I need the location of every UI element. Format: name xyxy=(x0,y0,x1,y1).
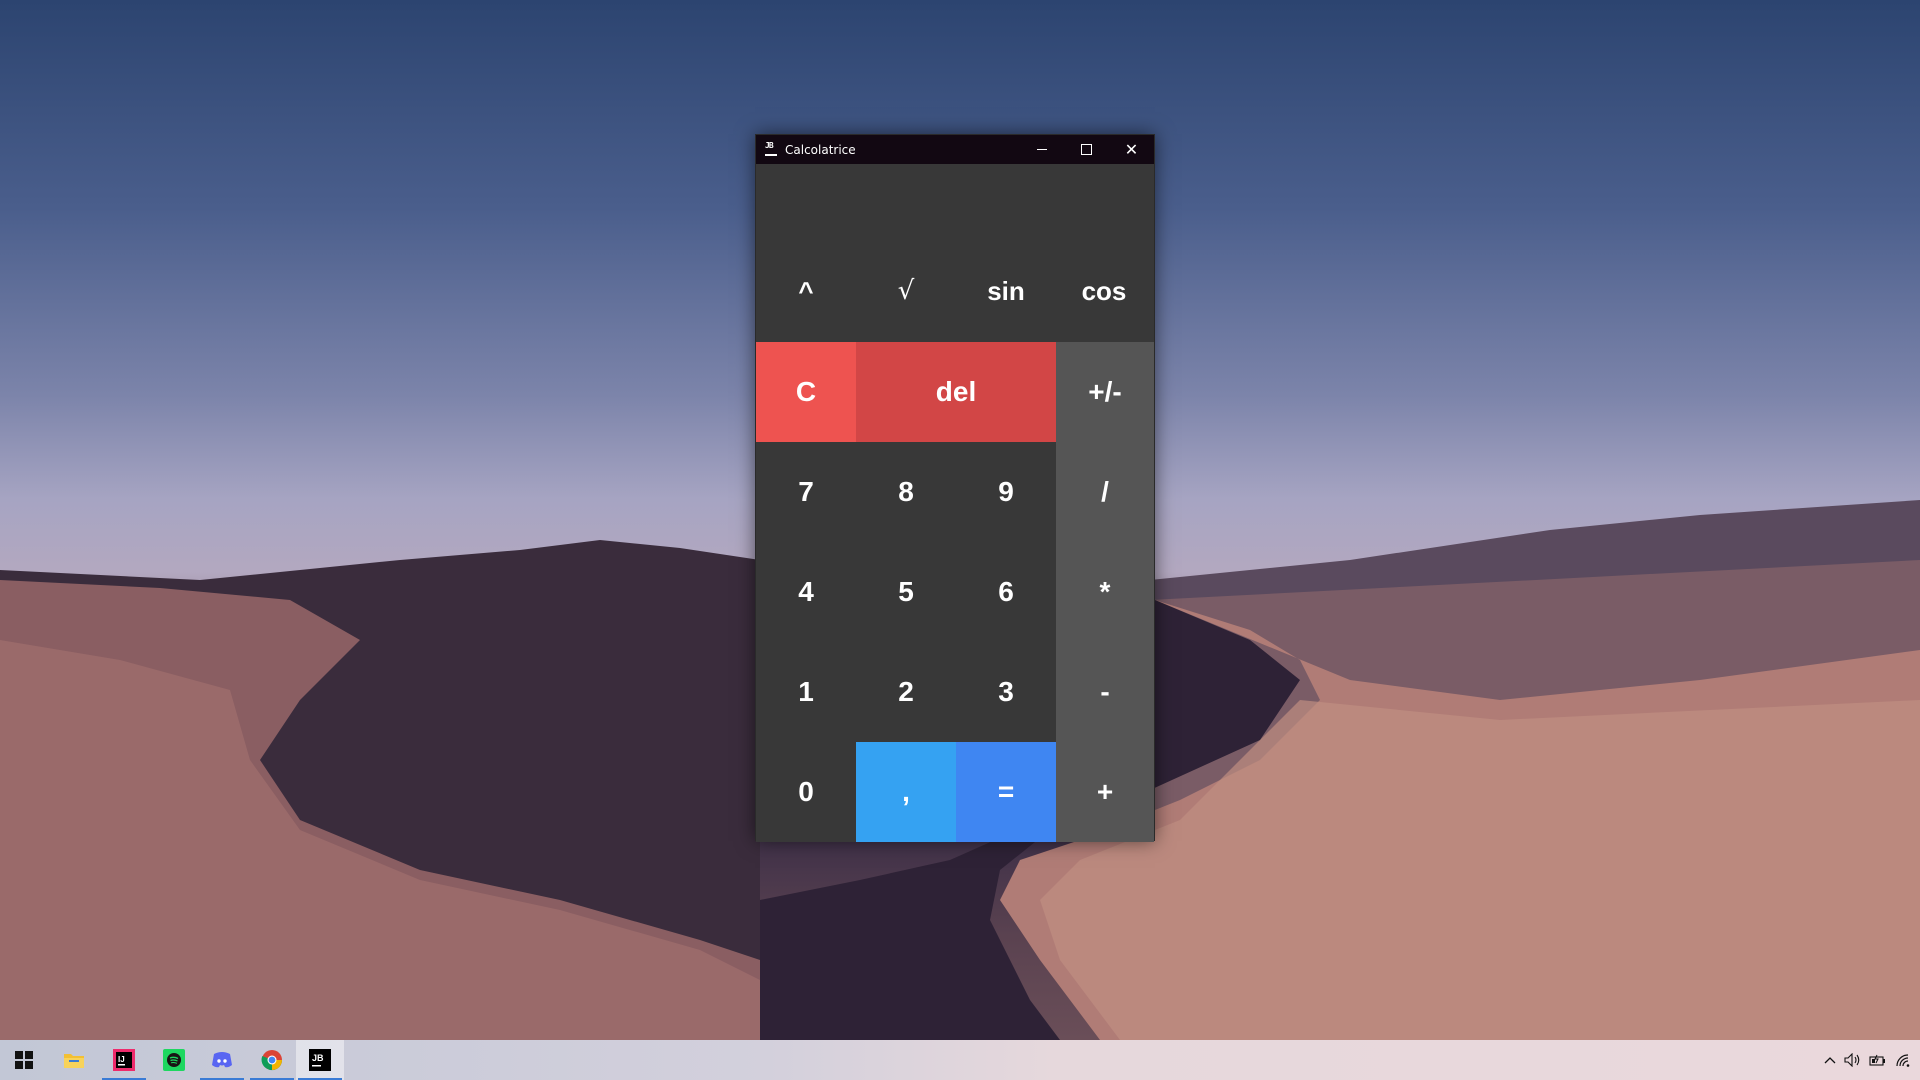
digit-5-button[interactable]: 5 xyxy=(856,542,956,642)
volume-button[interactable] xyxy=(1842,1040,1864,1080)
maximize-button[interactable] xyxy=(1064,135,1109,164)
start-button[interactable] xyxy=(0,1040,48,1080)
tray-overflow-button[interactable] xyxy=(1820,1040,1840,1080)
scientific-row: ^ √ sin cos xyxy=(756,269,1154,313)
taskbar-discord[interactable] xyxy=(198,1040,246,1080)
taskbar-chrome[interactable] xyxy=(248,1040,296,1080)
jb-app-icon: JB xyxy=(309,1049,331,1071)
battery-button[interactable] xyxy=(1866,1040,1890,1080)
digit-3-button[interactable]: 3 xyxy=(956,642,1056,742)
negate-button[interactable]: +/- xyxy=(1056,342,1154,442)
cos-button[interactable]: cos xyxy=(1054,269,1154,313)
digit-9-button[interactable]: 9 xyxy=(956,442,1056,542)
result-display xyxy=(756,164,1154,269)
taskbar-intellij[interactable]: IJ xyxy=(100,1040,148,1080)
digit-6-button[interactable]: 6 xyxy=(956,542,1056,642)
sin-button[interactable]: sin xyxy=(956,269,1056,313)
digit-1-button[interactable]: 1 xyxy=(756,642,856,742)
digit-4-button[interactable]: 4 xyxy=(756,542,856,642)
volume-icon xyxy=(1844,1053,1860,1067)
calculator-window: JB Calcolatrice ✕ ^ √ sin cos C del +/- … xyxy=(755,134,1155,842)
close-icon: ✕ xyxy=(1124,139,1139,159)
folder-icon xyxy=(64,1054,84,1068)
minimize-icon xyxy=(1036,149,1047,150)
power-button[interactable]: ^ xyxy=(756,269,856,313)
taskbar-file-explorer[interactable] xyxy=(50,1040,98,1080)
multiply-button[interactable]: * xyxy=(1056,542,1154,642)
digit-2-button[interactable]: 2 xyxy=(856,642,956,742)
comma-button[interactable]: , xyxy=(856,742,956,842)
app-icon: JB xyxy=(765,142,777,156)
close-button[interactable]: ✕ xyxy=(1109,135,1154,164)
titlebar[interactable]: JB Calcolatrice ✕ xyxy=(756,135,1154,164)
digit-7-button[interactable]: 7 xyxy=(756,442,856,542)
windows-logo-icon xyxy=(15,1051,33,1069)
taskbar-calcolatrice[interactable]: JB xyxy=(296,1040,344,1080)
delete-button[interactable]: del xyxy=(856,342,1056,442)
minimize-button[interactable] xyxy=(1019,135,1064,164)
taskbar-spotify[interactable] xyxy=(150,1040,198,1080)
digit-8-button[interactable]: 8 xyxy=(856,442,956,542)
divide-button[interactable]: / xyxy=(1056,442,1154,542)
clear-button[interactable]: C xyxy=(756,342,856,442)
svg-text:IJ: IJ xyxy=(118,1055,125,1064)
svg-text:JB: JB xyxy=(312,1053,324,1063)
chrome-icon xyxy=(261,1050,283,1071)
add-button[interactable]: + xyxy=(1056,742,1154,842)
battery-icon xyxy=(1869,1054,1885,1066)
maximize-icon xyxy=(1081,144,1092,155)
keypad: C del +/- 7 8 9 / 4 5 6 * 1 2 3 - 0 , = … xyxy=(756,342,1154,842)
intellij-icon: IJ xyxy=(113,1049,135,1071)
chevron-up-icon xyxy=(1824,1057,1836,1064)
network-icon xyxy=(1896,1054,1910,1067)
discord-icon xyxy=(212,1052,232,1068)
taskbar: IJ JB xyxy=(0,1040,1920,1080)
sqrt-button[interactable]: √ xyxy=(856,269,956,313)
digit-0-button[interactable]: 0 xyxy=(756,742,856,842)
spotify-icon xyxy=(163,1049,185,1071)
window-title: Calcolatrice xyxy=(785,143,856,157)
network-button[interactable] xyxy=(1892,1040,1914,1080)
equals-button[interactable]: = xyxy=(956,742,1056,842)
subtract-button[interactable]: - xyxy=(1056,642,1154,742)
